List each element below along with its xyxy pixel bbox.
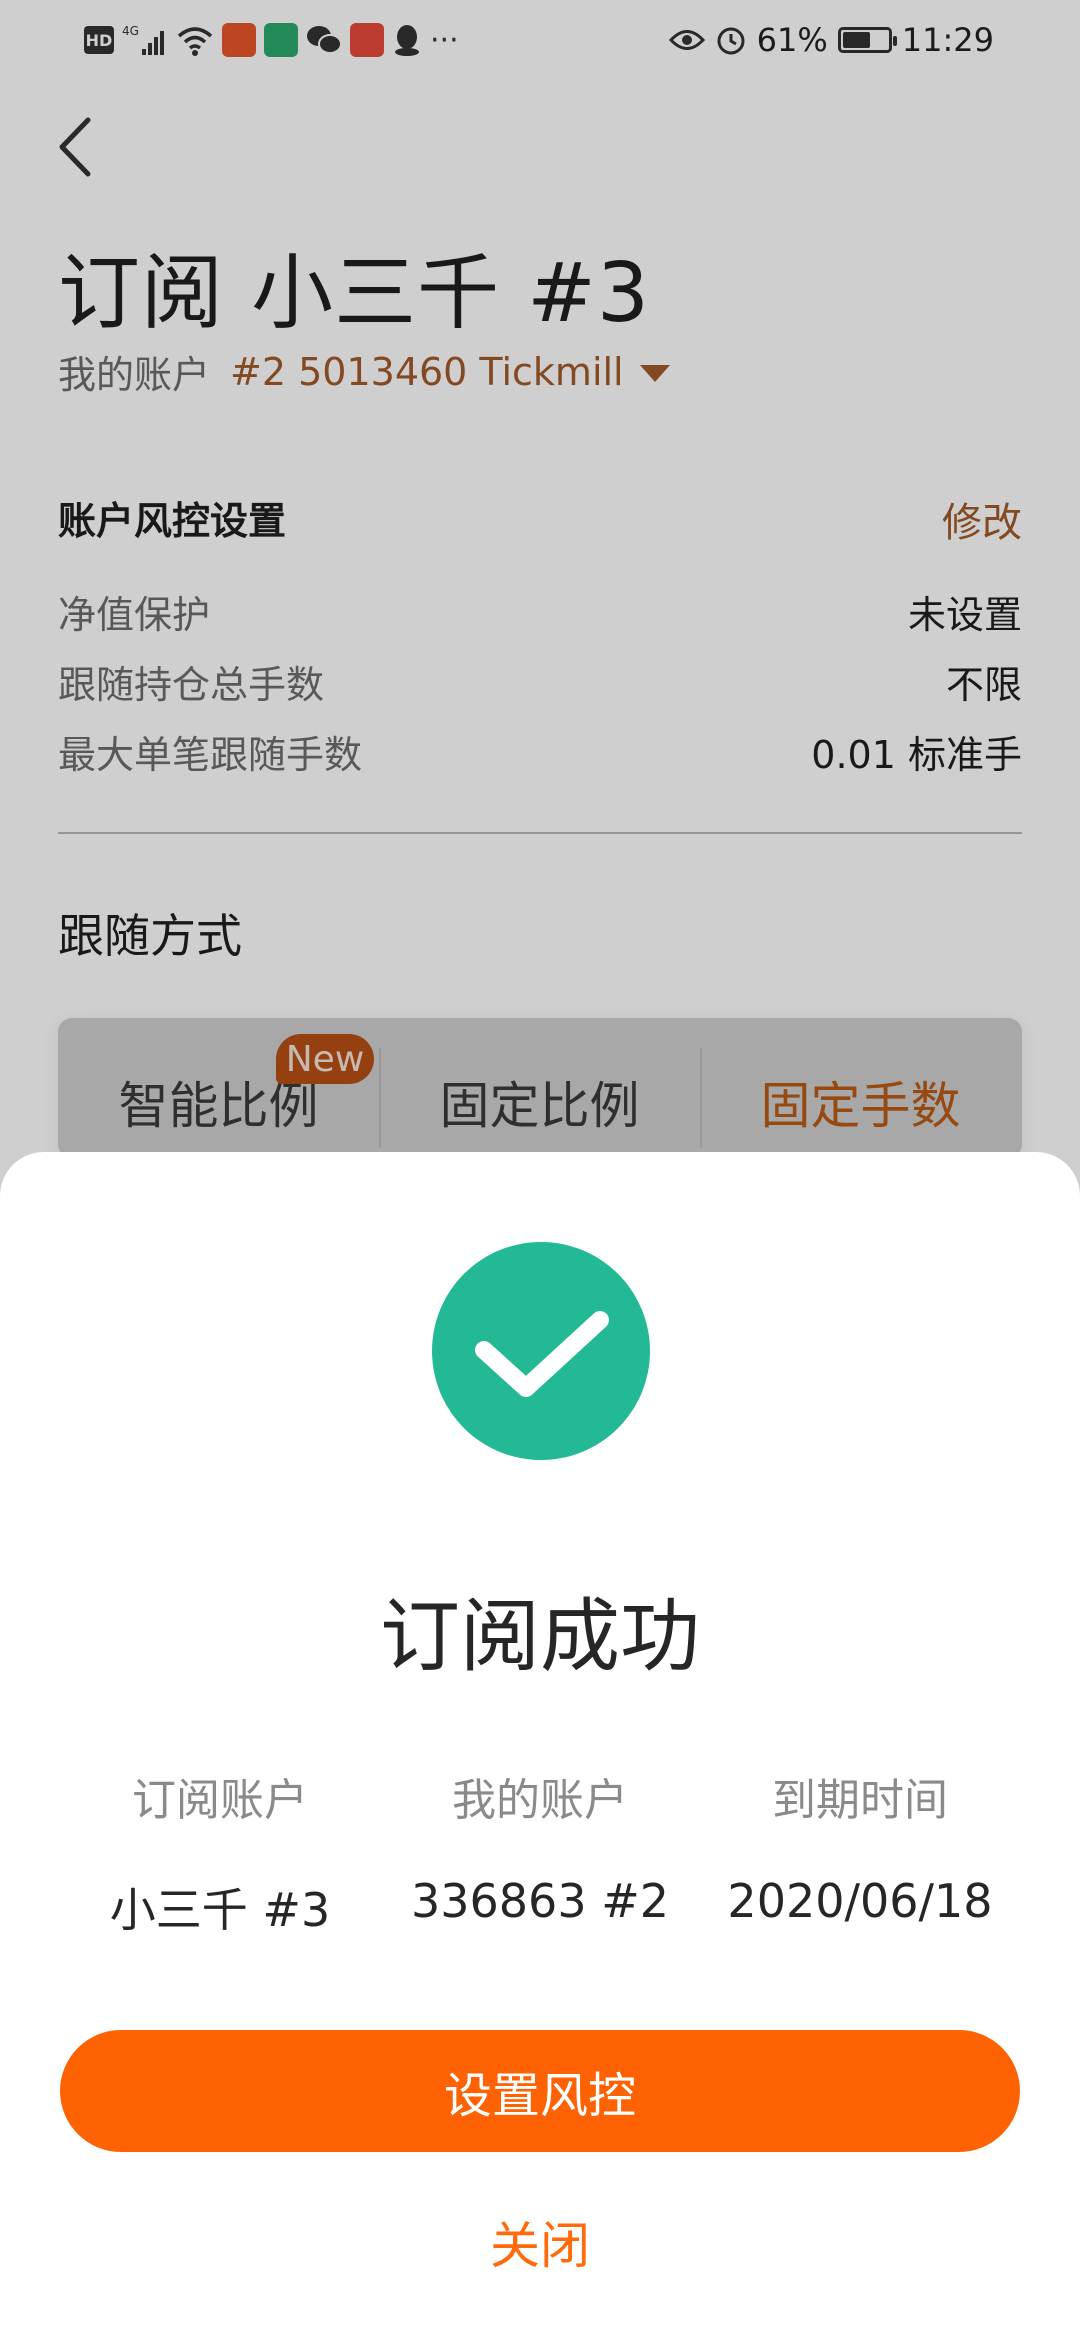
- set-risk-control-button[interactable]: 设置风控: [60, 2030, 1020, 2152]
- info-subscribed-account: 订阅账户 小三千 #3: [40, 1764, 400, 1940]
- info-header: 我的账户: [452, 1775, 628, 1826]
- info-value: 小三千 #3: [109, 1883, 331, 1937]
- close-button[interactable]: 关闭: [0, 2206, 1080, 2278]
- info-my-account: 我的账户 336863 #2: [360, 1764, 720, 1928]
- info-header: 订阅账户: [132, 1775, 308, 1826]
- screen: HD 4G ··· 61% 11:29 订阅 小三千 #3 我的账户 #2 50…: [0, 0, 1080, 2340]
- success-bottom-sheet: 订阅成功 订阅账户 小三千 #3 我的账户 336863 #2 到期时间 202…: [0, 1152, 1080, 2340]
- info-value: 336863 #2: [410, 1874, 670, 1928]
- info-header: 到期时间: [772, 1775, 948, 1826]
- info-value: 2020/06/18: [727, 1874, 993, 1928]
- success-title: 订阅成功: [380, 1590, 700, 1683]
- info-expiry-date: 到期时间 2020/06/18: [680, 1764, 1040, 1928]
- checkmark-icon: [475, 1311, 609, 1397]
- success-check-icon: [432, 1242, 650, 1460]
